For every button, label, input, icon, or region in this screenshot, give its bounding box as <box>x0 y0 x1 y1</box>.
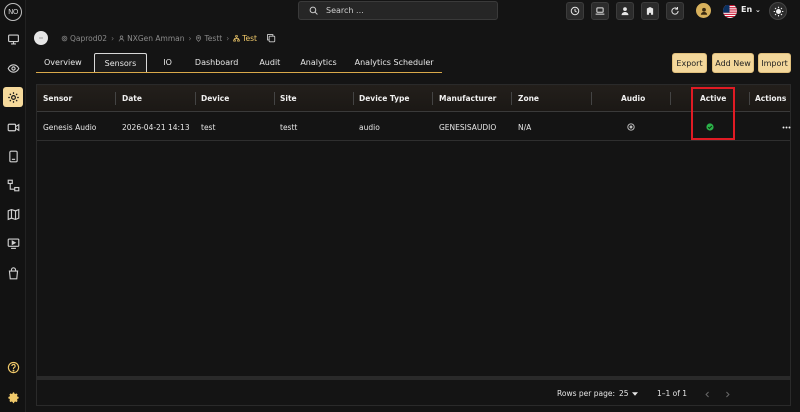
video-icon[interactable] <box>3 233 23 253</box>
column-divider <box>511 92 512 105</box>
rows-per-page-select[interactable]: 25 <box>619 389 638 398</box>
tab-audit[interactable]: Audit <box>249 53 290 72</box>
language-selector[interactable]: En ⌄ <box>741 5 761 14</box>
next-page-icon[interactable] <box>721 388 733 400</box>
device-tree-icon <box>233 34 240 41</box>
column-header-zone[interactable]: Zone <box>518 85 539 112</box>
breadcrumb-item-org[interactable]: Qaprod02 <box>61 34 107 43</box>
help-icon[interactable] <box>3 357 23 377</box>
camera-icon[interactable] <box>3 117 23 137</box>
tab-overview[interactable]: Overview <box>36 53 90 72</box>
prev-page-icon[interactable] <box>701 388 713 400</box>
column-divider <box>591 92 592 105</box>
chevron-down-icon: ⌄ <box>754 6 761 14</box>
column-header-audio[interactable]: Audio <box>621 85 645 112</box>
tab-analytics[interactable]: Analytics <box>290 53 346 72</box>
column-header-site[interactable]: Site <box>280 85 297 112</box>
org-icon <box>61 35 68 41</box>
column-divider <box>195 92 196 105</box>
refresh-icon[interactable] <box>666 2 684 20</box>
location-pin-icon <box>196 34 202 42</box>
pagination: Rows per page: 25 1–1 of 1 <box>37 382 790 406</box>
avatar[interactable] <box>696 3 711 18</box>
column-header-date[interactable]: Date <box>122 85 142 112</box>
language-label: En <box>741 5 753 14</box>
more-actions-icon[interactable] <box>782 113 791 141</box>
cell-device: test <box>201 122 216 132</box>
column-divider <box>749 92 750 105</box>
settings-icon[interactable] <box>3 87 23 107</box>
bag-icon[interactable] <box>3 263 23 283</box>
search-icon <box>309 6 318 15</box>
home-icon[interactable] <box>34 31 48 45</box>
sidebar: NO <box>0 0 26 412</box>
cell-sensor: Genesis Audio <box>43 122 97 132</box>
monitor-icon[interactable] <box>3 29 23 49</box>
column-header-device[interactable]: Device <box>201 85 229 112</box>
search-box[interactable] <box>298 1 498 20</box>
tab-io[interactable]: IO <box>151 53 184 72</box>
search-input[interactable] <box>326 6 476 15</box>
breadcrumb-separator: › <box>226 33 230 43</box>
copy-icon[interactable] <box>266 33 276 43</box>
column-header-sensor[interactable]: Sensor <box>43 85 72 112</box>
horizontal-scrollbar[interactable] <box>37 376 790 380</box>
cell-device-type: audio <box>359 122 380 132</box>
tab-bar: Overview Sensors IO Dashboard Audit Anal… <box>36 53 442 73</box>
topbar: En ⌄ <box>26 0 800 22</box>
eye-icon[interactable] <box>3 58 23 78</box>
gear-icon[interactable] <box>3 387 23 407</box>
caret-down-icon <box>631 391 638 396</box>
page-range: 1–1 of 1 <box>657 389 688 398</box>
breadcrumb-separator: › <box>111 33 115 43</box>
hierarchy-icon[interactable] <box>3 175 23 195</box>
table-row[interactable]: Genesis Audio 2026-04-21 14:13 test test… <box>37 113 791 141</box>
tab-sensors[interactable]: Sensors <box>93 53 148 72</box>
app-root: NO Search ... En ⌄ Qaprod02 › NXGen Amma… <box>0 0 800 412</box>
column-divider <box>274 92 275 105</box>
column-header-actions[interactable]: Actions <box>755 85 786 112</box>
tab-dashboard[interactable]: Dashboard <box>184 53 249 72</box>
breadcrumb-item-customer[interactable]: NXGen Amman <box>118 34 184 43</box>
audio-indicator-icon[interactable] <box>627 113 635 141</box>
add-new-button[interactable]: Add New <box>712 53 754 73</box>
breadcrumb-separator: › <box>188 33 192 43</box>
column-header-device-type[interactable]: Device Type <box>359 85 410 112</box>
user-icon[interactable] <box>616 2 634 20</box>
rows-per-page-value: 25 <box>619 389 629 398</box>
app-logo[interactable]: NO <box>4 3 22 21</box>
laptop-icon[interactable] <box>591 2 609 20</box>
rows-per-page-label: Rows per page: <box>557 389 615 398</box>
column-divider <box>115 92 116 105</box>
export-button[interactable]: Export <box>672 53 707 73</box>
device-icon[interactable] <box>3 146 23 166</box>
us-flag-icon[interactable] <box>723 4 737 18</box>
column-divider <box>353 92 354 105</box>
column-divider <box>432 92 433 105</box>
active-column-highlight <box>691 87 735 140</box>
building-icon[interactable] <box>641 2 659 20</box>
person-icon <box>118 35 125 41</box>
cell-manufacturer: GENESISAUDIO <box>439 122 497 132</box>
tab-analytics-scheduler[interactable]: Analytics Scheduler <box>347 53 442 72</box>
breadcrumb: Qaprod02 › NXGen Amman › Testt › Test <box>34 31 276 45</box>
import-button[interactable]: Import <box>758 53 791 73</box>
sensors-table: Sensor Date Device Site Device Type Manu… <box>36 84 791 406</box>
table-header: Sensor Date Device Site Device Type Manu… <box>37 85 790 112</box>
cell-date: 2026-04-21 14:13 <box>122 122 190 132</box>
breadcrumb-item-current: Test <box>233 34 257 43</box>
breadcrumb-item-site[interactable]: Testt <box>195 34 222 43</box>
column-divider <box>670 92 671 105</box>
column-header-manufacturer[interactable]: Manufacturer <box>439 85 496 112</box>
clock-icon[interactable] <box>566 2 584 20</box>
sun-icon[interactable] <box>769 2 787 20</box>
cell-site: testt <box>280 122 298 132</box>
map-icon[interactable] <box>3 204 23 224</box>
cell-zone: N/A <box>518 122 532 132</box>
